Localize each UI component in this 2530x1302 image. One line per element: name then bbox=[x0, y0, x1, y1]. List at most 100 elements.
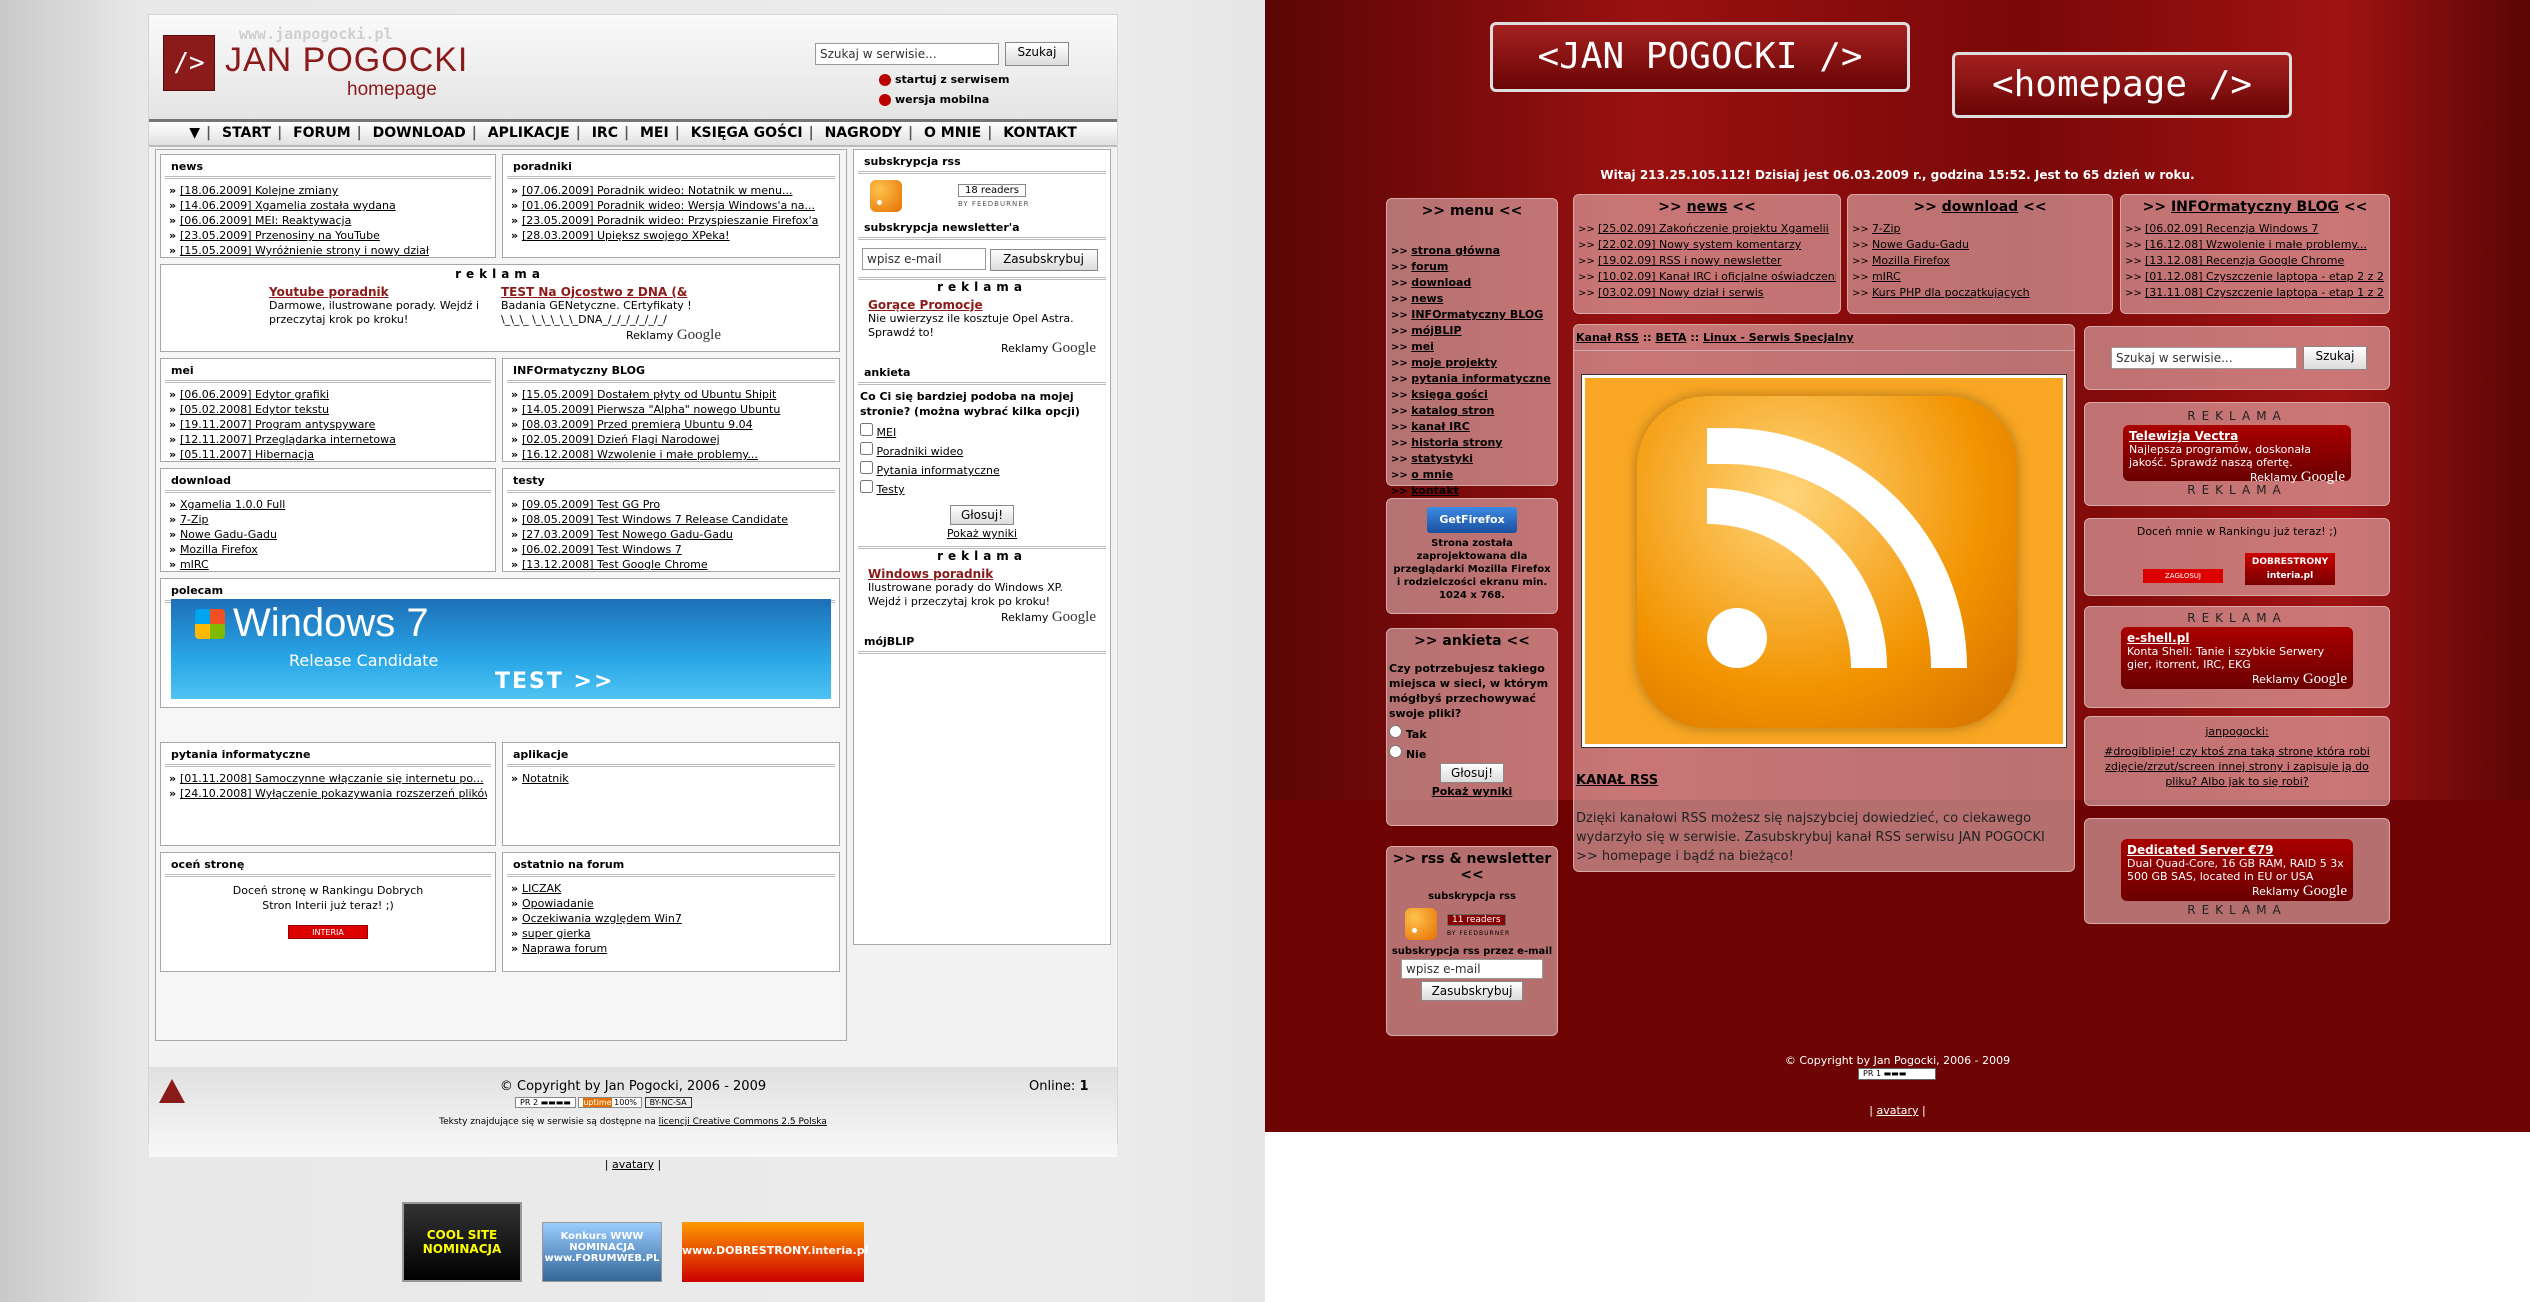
poll-option[interactable]: Pytania informatyczne bbox=[860, 461, 1104, 480]
menu-item[interactable]: mójBLIP bbox=[1391, 323, 1553, 339]
list-item[interactable]: Xgamelia 1.0.0 Full bbox=[169, 497, 487, 512]
nav-nagrody[interactable]: NAGRODY bbox=[819, 125, 908, 141]
menu-item[interactable]: mei bbox=[1391, 339, 1553, 355]
pagerank-badge[interactable]: PR 2 ▬▬▬▬ bbox=[515, 1097, 576, 1108]
search-button[interactable]: Szukaj bbox=[1005, 42, 1069, 66]
google-ads-label[interactable]: Reklamy Google bbox=[868, 609, 1096, 626]
rss-widget[interactable]: 18 readers BY FEEDBURNER bbox=[854, 176, 1110, 216]
list-item[interactable]: Mozilla Firefox bbox=[1852, 253, 2108, 269]
list-item[interactable]: [19.11.2007] Program antyspyware bbox=[169, 417, 487, 432]
list-item[interactable]: [22.02.09] Nowy system komentarzy bbox=[1578, 237, 1836, 253]
uptime-badge[interactable]: uptime 100% bbox=[578, 1097, 643, 1108]
list-item[interactable]: [14.06.2009] Xgamelia została wydana bbox=[169, 198, 487, 213]
list-item[interactable]: super gierka bbox=[511, 926, 831, 941]
forumweb-badge[interactable]: Konkurs WWW NOMINACJA www.FORUMWEB.PL bbox=[542, 1222, 662, 1282]
menu-item[interactable]: moje projekty bbox=[1391, 355, 1553, 371]
nav-forum[interactable]: FORUM bbox=[287, 125, 357, 141]
search-button[interactable]: Szukaj bbox=[2303, 346, 2367, 370]
ad-title[interactable]: e-shell.pl bbox=[2127, 631, 2347, 645]
ad-youtube[interactable]: Youtube poradnik Darmowe, ilustrowane po… bbox=[269, 285, 489, 327]
list-item[interactable]: [03.02.09] Nowy dział i serwis bbox=[1578, 285, 1836, 301]
list-item[interactable]: [05.02.2008] Edytor tekstu bbox=[169, 402, 487, 417]
right-pagerank-badge[interactable]: PR 1 ▬▬▬ bbox=[1858, 1068, 1936, 1080]
ad-title[interactable]: Dedicated Server €79 bbox=[2127, 843, 2347, 857]
list-item[interactable]: Notatnik bbox=[511, 771, 831, 786]
ad-promocje[interactable]: Gorące Promocje Nie uwierzysz ile kosztu… bbox=[854, 294, 1110, 361]
search-input[interactable] bbox=[815, 43, 999, 65]
email-input[interactable] bbox=[862, 248, 986, 270]
logo-title[interactable]: JAN POGOCKI bbox=[225, 41, 468, 80]
list-item[interactable]: [07.06.2009] Poradnik wideo: Notatnik w … bbox=[511, 183, 831, 198]
windows-test-link[interactable]: TEST >> bbox=[495, 669, 614, 694]
menu-item[interactable]: pytania informatyczne bbox=[1391, 371, 1553, 387]
list-item[interactable]: Nowe Gadu-Gadu bbox=[169, 527, 487, 542]
nav-kontakt[interactable]: KONTAKT bbox=[997, 125, 1083, 141]
interia-badge[interactable]: INTERIA bbox=[288, 925, 368, 939]
subscribe-button[interactable]: Zasubskrybuj bbox=[1420, 981, 1524, 1001]
nav-start[interactable]: START bbox=[216, 125, 277, 141]
list-item[interactable]: [27.03.2009] Test Nowego Gadu-Gadu bbox=[511, 527, 831, 542]
google-ads-label[interactable]: Reklamy Google bbox=[501, 327, 721, 344]
list-item[interactable]: [09.05.2009] Test GG Pro bbox=[511, 497, 831, 512]
list-item[interactable]: 7-Zip bbox=[1852, 221, 2108, 237]
vote-button[interactable]: Głosuj! bbox=[949, 505, 1015, 525]
menu-item[interactable]: statystyki bbox=[1391, 451, 1553, 467]
avatary-link[interactable]: avatary bbox=[1876, 1104, 1918, 1117]
nav-dropdown-icon[interactable]: ▼ bbox=[183, 125, 206, 141]
list-item[interactable]: [15.05.2009] Dostałem płyty od Ubuntu Sh… bbox=[511, 387, 831, 402]
menu-item[interactable]: księga gości bbox=[1391, 387, 1553, 403]
email-input[interactable] bbox=[1401, 959, 1543, 979]
avatary-link[interactable]: avatary bbox=[612, 1158, 654, 1171]
nav-aplikacje[interactable]: APLIKACJE bbox=[482, 125, 576, 141]
list-item[interactable]: [18.06.2009] Kolejne zmiany bbox=[169, 183, 487, 198]
mobile-version-link[interactable]: wersja mobilna bbox=[879, 93, 989, 106]
list-item[interactable]: [08.03.2009] Przed premierą Ubuntu 9.04 bbox=[511, 417, 831, 432]
dobrestrony-badge[interactable]: DOBRESTRONY interia.pl bbox=[2245, 553, 2335, 585]
windows7-banner[interactable]: Windows 7 Release Candidate TEST >> bbox=[171, 599, 831, 699]
right-logo-homepage[interactable]: <homepage /> bbox=[1952, 52, 2292, 118]
list-item[interactable]: LICZAK bbox=[511, 881, 831, 896]
list-item[interactable]: Oczekiwania względem Win7 bbox=[511, 911, 831, 926]
list-item[interactable]: [19.02.09] RSS i nowy newsletter bbox=[1578, 253, 1836, 269]
nav-download[interactable]: DOWNLOAD bbox=[367, 125, 472, 141]
list-item[interactable]: Kurs PHP dla początkujących bbox=[1852, 285, 2108, 301]
nav-guestbook[interactable]: KSIĘGA GOŚCI bbox=[685, 125, 809, 141]
coolsite-badge[interactable]: COOL SITE NOMINACJA bbox=[402, 1202, 522, 1282]
poll-option[interactable]: Tak bbox=[1387, 723, 1557, 743]
ad-title[interactable]: Gorące Promocje bbox=[868, 298, 1096, 312]
list-item[interactable]: [08.05.2009] Test Windows 7 Release Cand… bbox=[511, 512, 831, 527]
poll-results-link[interactable]: Pokaż wyniki bbox=[947, 527, 1017, 540]
google-ads-label[interactable]: Reklamy Google bbox=[2127, 671, 2347, 688]
list-item[interactable]: [10.02.09] Kanał IRC i oficjalne oświadc… bbox=[1578, 269, 1836, 285]
list-item[interactable]: [06.02.09] Recenzja Windows 7 bbox=[2125, 221, 2385, 237]
ad-title[interactable]: TEST Na Ojcostwo z DNA (& bbox=[501, 285, 721, 299]
google-ads-label[interactable]: Reklamy Google bbox=[2127, 883, 2347, 900]
rss-icon[interactable] bbox=[870, 180, 902, 212]
list-item[interactable]: [16.12.2008] Wzwolenie i małe problemy..… bbox=[511, 447, 831, 462]
list-item[interactable]: [12.11.2007] Przeglądarka internetowa bbox=[169, 432, 487, 447]
list-item[interactable]: [13.12.2008] Test Google Chrome bbox=[511, 557, 831, 572]
list-item[interactable]: [13.12.08] Recenzja Google Chrome bbox=[2125, 253, 2385, 269]
list-item[interactable]: [06.02.2009] Test Windows 7 bbox=[511, 542, 831, 557]
vote-button[interactable]: Głosuj! bbox=[1439, 763, 1505, 783]
right-logo-title[interactable]: <JAN POGOCKI /> bbox=[1490, 22, 1910, 92]
ad-eshell[interactable]: e-shell.pl Konta Shell: Tanie i szybkie … bbox=[2121, 627, 2353, 689]
ad-vectra[interactable]: Telewizja Vectra Najlepsza programów, do… bbox=[2123, 425, 2351, 485]
start-with-site-link[interactable]: startuj z serwisem bbox=[879, 73, 1009, 86]
poll-option[interactable]: Nie bbox=[1387, 743, 1557, 763]
menu-item[interactable]: INFOrmatyczny BLOG bbox=[1391, 307, 1553, 323]
blip-text[interactable]: #drogiblipie! czy ktoś zna taką stronę k… bbox=[2101, 744, 2373, 789]
poll-results-link[interactable]: Pokaż wyniki bbox=[1432, 785, 1513, 798]
list-item[interactable]: [14.05.2009] Pierwsza "Alpha" nowego Ubu… bbox=[511, 402, 831, 417]
subscribe-button[interactable]: Zasubskrybuj bbox=[989, 249, 1098, 271]
poll-option[interactable]: Poradniki wideo bbox=[860, 442, 1104, 461]
license-link[interactable]: licencji Creative Commons 2.5 Polska bbox=[659, 1117, 827, 1127]
list-item[interactable]: mIRC bbox=[1852, 269, 2108, 285]
list-item[interactable]: [31.11.08] Czyszczenie laptopa - etap 1 … bbox=[2125, 285, 2385, 301]
ad-title[interactable]: Youtube poradnik bbox=[269, 285, 489, 299]
list-item[interactable]: Nowe Gadu-Gadu bbox=[1852, 237, 2108, 253]
list-item[interactable]: [01.11.2008] Samoczynne włączanie się in… bbox=[169, 771, 487, 786]
list-item[interactable]: [16.12.08] Wzwolenie i małe problemy... bbox=[2125, 237, 2385, 253]
ad-title[interactable]: Telewizja Vectra bbox=[2129, 429, 2345, 443]
feedburner-counter[interactable]: 18 readers bbox=[958, 184, 1026, 197]
